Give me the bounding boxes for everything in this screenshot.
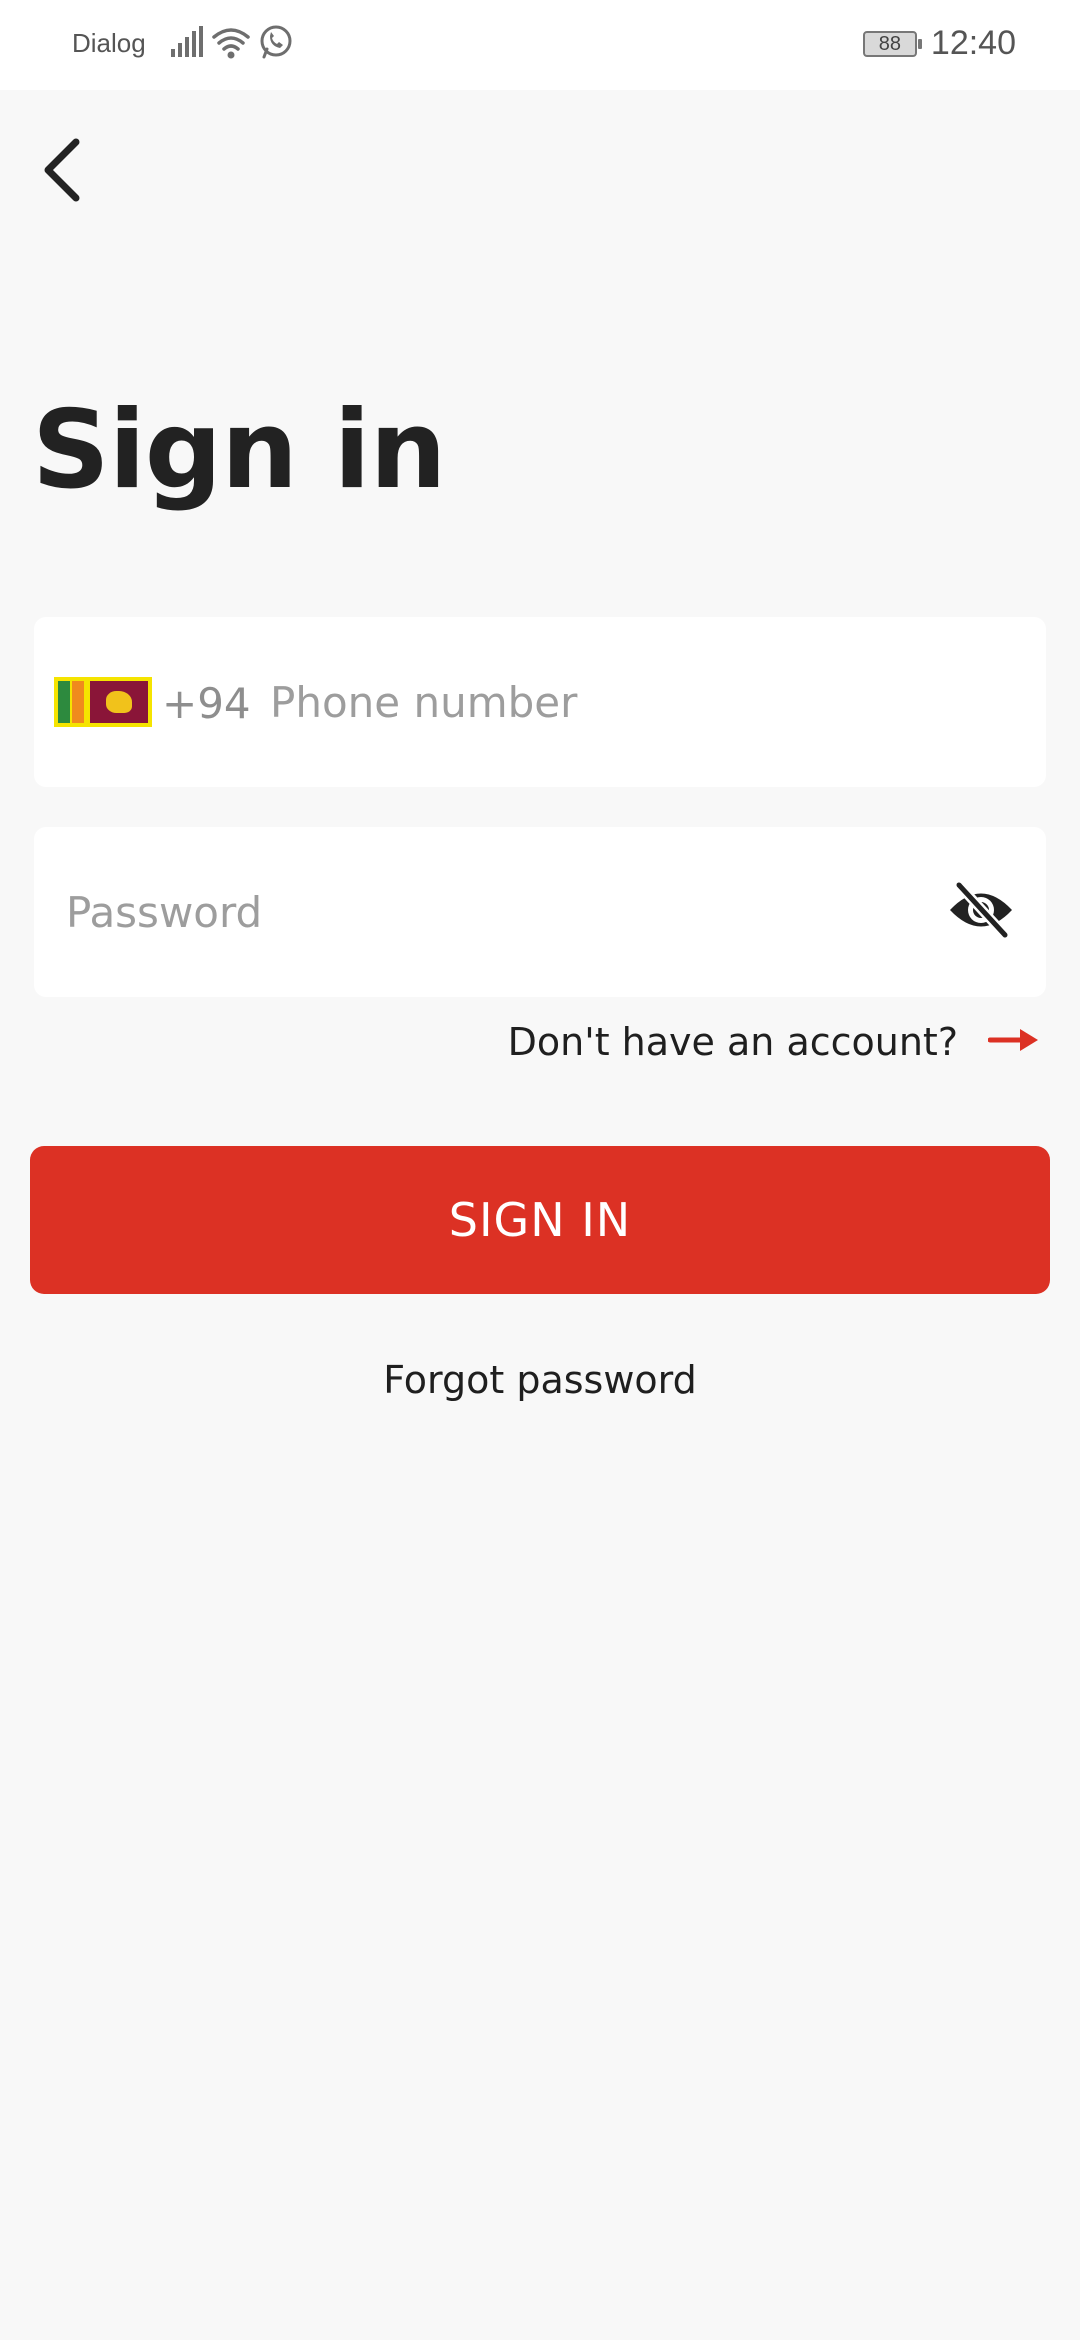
flag-stripe-green <box>58 681 70 723</box>
flag-lion <box>106 691 132 713</box>
chevron-left-icon <box>40 138 84 206</box>
sri-lanka-flag-icon[interactable] <box>54 677 152 727</box>
whatsapp-icon <box>258 24 294 60</box>
eye-off-icon <box>947 879 1015 945</box>
status-icons <box>170 24 294 60</box>
page-title: Sign in <box>32 388 447 514</box>
signal-icon <box>170 25 204 59</box>
phone-field[interactable]: +94 <box>34 617 1046 787</box>
forgot-password-link[interactable]: Forgot password <box>0 1358 1080 1402</box>
phone-number-input[interactable] <box>270 672 1010 732</box>
battery-icon: 88 <box>862 30 922 57</box>
arrow-right-icon <box>987 1026 1040 1058</box>
status-bar: Dialog 88 12:40 <box>0 0 1080 90</box>
flag-stripe-orange <box>72 681 84 723</box>
flag-lion-panel <box>90 681 148 723</box>
clock: 12:40 <box>930 24 1016 62</box>
password-field[interactable] <box>34 827 1046 997</box>
create-account-link[interactable]: Don't have an account? <box>508 1020 1040 1064</box>
battery-level: 88 <box>878 32 902 55</box>
wifi-icon <box>212 25 250 59</box>
country-code[interactable]: +94 <box>162 679 251 728</box>
status-right: 88 12:40 <box>862 24 1016 63</box>
back-button[interactable] <box>32 136 92 208</box>
password-visibility-toggle[interactable] <box>946 879 1016 945</box>
carrier-label: Dialog <box>72 28 146 58</box>
account-link-label: Don't have an account? <box>507 1020 958 1064</box>
sign-in-button[interactable]: SIGN IN <box>30 1146 1050 1294</box>
password-input[interactable] <box>66 882 926 942</box>
